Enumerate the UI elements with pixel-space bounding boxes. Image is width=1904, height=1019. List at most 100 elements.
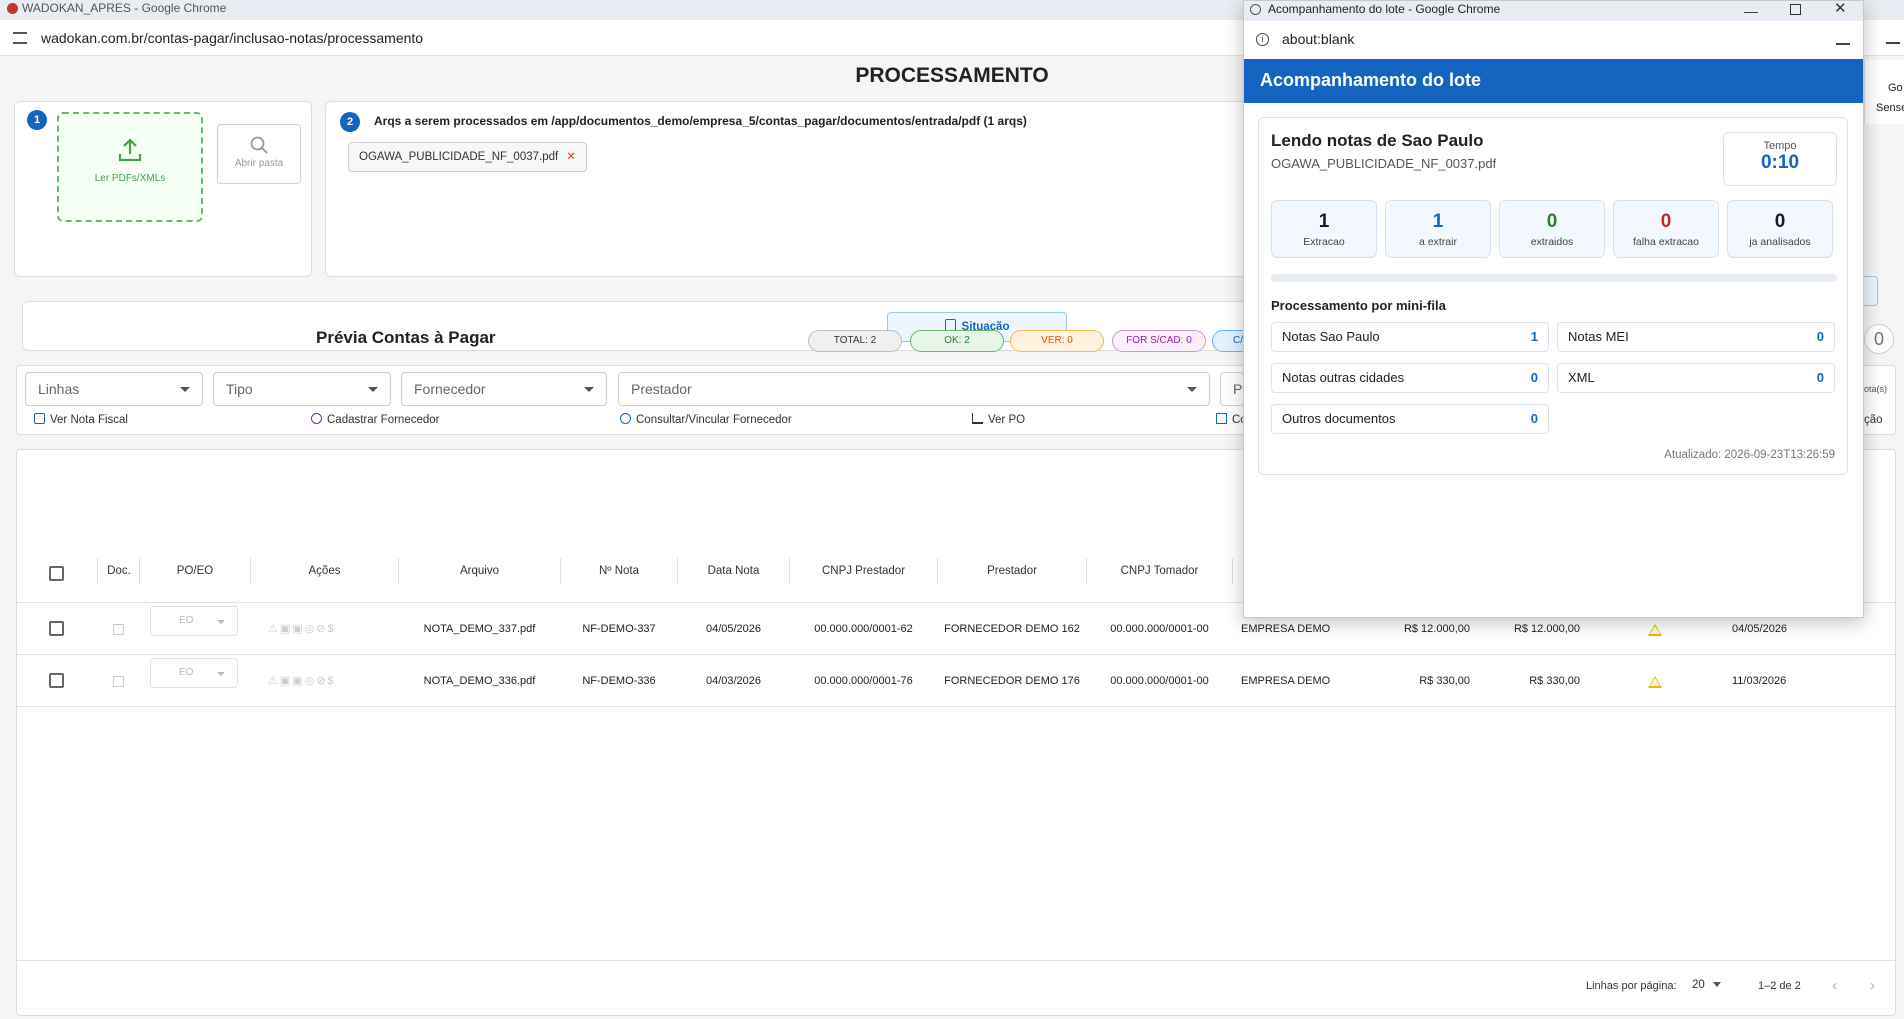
pagination-divider (16, 960, 1896, 961)
column-header-arquivo[interactable]: Arquivo (399, 565, 560, 577)
upload-icon (118, 138, 142, 162)
badge-total[interactable]: TOTAL: 2 (808, 330, 902, 352)
upload-pdfs-button[interactable]: Ler PDFs/XMLs (57, 112, 203, 222)
popup-titlebar: Acompanhamento do lote - Google Chrome —… (1244, 1, 1863, 21)
close-icon[interactable]: ✕ (1834, 1, 1847, 17)
stat-ja-analisados: 0 ja analisados (1727, 200, 1833, 258)
cell-prestador: FORNECEDOR DEMO 162 (944, 623, 1080, 635)
queue-value: 0 (1530, 370, 1538, 385)
tipo-label: Tipo (226, 381, 253, 397)
badge-for-sem-cadastro[interactable]: FOR S/CAD: 0 (1112, 330, 1206, 352)
download-icon[interactable] (1836, 33, 1850, 45)
rows-per-page-label: Linhas por página: (1586, 980, 1677, 992)
prestador-select[interactable]: Prestador (618, 372, 1210, 406)
column-header-acoes[interactable]: Ações (251, 565, 398, 577)
previous-page-icon[interactable]: ‹ (1832, 977, 1837, 994)
cadastrar-fornecedor-link[interactable]: Cadastrar Fornecedor (311, 412, 440, 428)
column-header-po-eo[interactable]: PO/EO (140, 565, 250, 577)
linhas-select[interactable]: Linhas (25, 372, 203, 406)
step2-card: 2 Arqs a serem processados em /app/docum… (325, 101, 1325, 277)
minimize-icon[interactable]: — (1744, 3, 1758, 19)
doc-icon[interactable] (113, 676, 124, 687)
column-header-doc[interactable]: Doc. (98, 565, 140, 577)
column-header-prestador[interactable]: Prestador (938, 565, 1086, 577)
queue-item-notas-mei: Notas MEI 0 (1557, 322, 1835, 352)
queue-value: 1 (1530, 329, 1538, 344)
badge-ok[interactable]: OK: 2 (910, 330, 1004, 352)
ver-po-link[interactable]: Ver PO (972, 412, 1025, 428)
row-divider (16, 654, 1896, 655)
popup-address-bar[interactable]: i about:blank (1244, 21, 1863, 57)
main-window-title: WADOKAN_APRES - Google Chrome (22, 1, 227, 15)
cell-tomador: EMPRESA DEMO (1241, 623, 1331, 635)
queue-title: Processamento por mini-fila (1271, 298, 1446, 313)
column-separator (1232, 558, 1233, 584)
select-all-checkbox[interactable] (49, 566, 64, 581)
remove-file-icon[interactable]: ✕ (566, 151, 576, 163)
warning-icon[interactable] (1648, 624, 1662, 636)
stat-value: 0 (1660, 211, 1672, 232)
popup-header: Acompanhamento do lote (1244, 59, 1863, 103)
consultar-vincular-link[interactable]: Consultar/Vincular Fornecedor (620, 412, 792, 428)
info-icon[interactable]: i (1256, 33, 1269, 46)
main-url-text[interactable]: wadokan.com.br/contas-pagar/inclusao-not… (41, 30, 423, 46)
queue-label: Notas outras cidades (1282, 370, 1405, 385)
ver-nota-fiscal-link[interactable]: Ver Nota Fiscal (34, 412, 128, 428)
document-icon (1216, 413, 1227, 424)
column-header-cnpj-tomador[interactable]: CNPJ Tomador (1087, 565, 1232, 577)
stat-label: falha extracao (1633, 236, 1699, 248)
tipo-select[interactable]: Tipo (213, 372, 391, 406)
badge-ver[interactable]: VER: 0 (1010, 330, 1104, 352)
row-actions-icons[interactable]: ⚠▣▣◎⊘$ (268, 674, 336, 687)
rows-per-page-value: 20 (1692, 979, 1705, 991)
rows-per-page-select[interactable]: 20 (1692, 979, 1721, 991)
image-icon (34, 413, 45, 424)
linhas-label: Linhas (38, 381, 80, 397)
chrome-app-icon (7, 3, 18, 14)
timer-value: 0:10 (1760, 152, 1800, 173)
cell-cnpj-prestador: 00.000.000/0001-62 (814, 623, 913, 635)
column-header-cnpj-prestador[interactable]: CNPJ Prestador (790, 565, 937, 577)
chevron-down-icon (584, 387, 594, 392)
popup-url-text[interactable]: about:blank (1282, 31, 1354, 47)
row-actions-icons[interactable]: ⚠▣▣◎⊘$ (268, 622, 336, 635)
site-settings-icon[interactable] (13, 32, 27, 44)
row-checkbox[interactable] (49, 621, 64, 636)
download-icon[interactable] (1886, 30, 1900, 44)
po-eo-select[interactable]: EO (150, 658, 238, 688)
column-header-numero-nota[interactable]: Nº Nota (561, 565, 677, 577)
stat-value: 0 (1546, 211, 1558, 232)
queue-value: 0 (1816, 370, 1824, 385)
cell-valor-liquido: R$ 330,00 (1529, 675, 1580, 687)
maximize-icon[interactable] (1790, 4, 1801, 15)
po-eo-select[interactable]: EO (150, 606, 238, 636)
fornecedor-select[interactable]: Fornecedor (401, 372, 607, 406)
next-page-icon[interactable]: › (1870, 977, 1875, 994)
column-header-data-nota[interactable]: Data Nota (678, 565, 789, 577)
step2-badge: 2 (340, 112, 360, 132)
right-truncated-label: ota(s) (1864, 384, 1888, 394)
queue-label: Notas MEI (1568, 329, 1629, 344)
queue-label: XML (1568, 370, 1595, 385)
stat-extracao: 1 Extracao (1271, 200, 1377, 258)
right-truncated-action[interactable]: ção (1864, 412, 1883, 428)
stat-value: 1 (1432, 211, 1444, 232)
doc-icon[interactable] (113, 624, 124, 635)
cell-cnpj-prestador: 00.000.000/0001-76 (814, 675, 913, 687)
file-chip[interactable]: OGAWA_PUBLICIDADE_NF_0037.pdf ✕ (348, 142, 587, 172)
queue-label: Notas Sao Paulo (1282, 329, 1380, 344)
row-divider (16, 706, 1896, 707)
preview-title: Prévia Contas à Pagar (316, 328, 496, 347)
queue-item-outros-documentos: Outros documentos 0 (1271, 404, 1549, 434)
open-folder-button[interactable]: Abrir pasta (217, 124, 301, 184)
warning-icon[interactable] (1648, 676, 1662, 688)
cell-arquivo: NOTA_DEMO_336.pdf (423, 675, 536, 687)
step1-badge: 1 (27, 110, 47, 130)
partial-filter-select[interactable]: P (1220, 372, 1244, 406)
chevron-down-icon (217, 620, 225, 624)
ver-po-label: Ver PO (988, 414, 1026, 426)
updated-timestamp: Atualizado: 2026-09-23T13:26:59 (1664, 449, 1835, 461)
row-checkbox[interactable] (49, 673, 64, 688)
chevron-down-icon (1187, 387, 1197, 392)
partial-filter-label: P (1233, 381, 1243, 397)
